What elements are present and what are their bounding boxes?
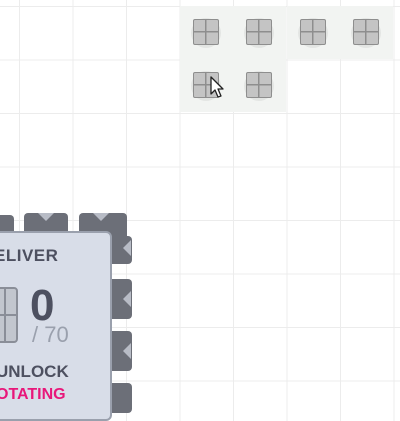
input-arrow-icon <box>123 291 131 307</box>
input-arrow-icon <box>123 240 131 256</box>
mouse-cursor-icon <box>210 76 224 98</box>
hub-deliver-label: ELIVER <box>0 246 59 265</box>
square-shape-icon[interactable] <box>246 19 272 45</box>
hub-unlock-label: UNLOCK <box>0 362 69 381</box>
input-arrow-icon <box>93 213 109 221</box>
input-arrow-icon <box>38 213 54 221</box>
hub-reward-label: OTATING <box>0 386 66 403</box>
square-shape-icon[interactable] <box>300 19 326 45</box>
square-shape-icon[interactable] <box>193 19 219 45</box>
required-shape-icon <box>0 287 18 343</box>
input-arrow-icon <box>123 343 131 359</box>
square-shape-icon[interactable] <box>353 19 379 45</box>
square-shape-icon[interactable] <box>246 72 272 98</box>
hub-goal-count: / 70 <box>32 322 69 347</box>
